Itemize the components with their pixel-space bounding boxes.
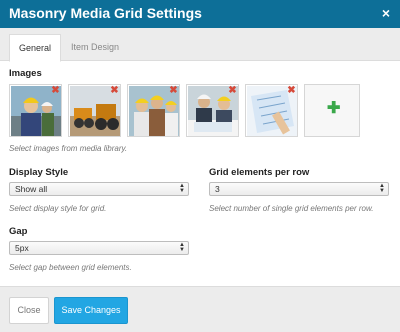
grid-elements-value: 3 bbox=[215, 184, 220, 194]
add-image-button[interactable]: ✚ bbox=[304, 84, 360, 137]
thumb-engineers-group[interactable]: ✖ bbox=[127, 84, 180, 137]
settings-dialog: Masonry Media Grid Settings × General It… bbox=[0, 0, 400, 332]
grid-elements-helper-text: Select number of single grid elements pe… bbox=[209, 204, 374, 213]
dialog-titlebar: Masonry Media Grid Settings × bbox=[0, 0, 400, 28]
dialog-footer: Close Save Changes bbox=[0, 286, 400, 332]
thumb-engineers-reviewing-plans[interactable]: ✖ bbox=[186, 84, 239, 137]
gap-label: Gap bbox=[9, 226, 28, 237]
gap-value: 5px bbox=[15, 243, 29, 253]
select-arrows-icon: ▲ ▼ bbox=[179, 183, 185, 194]
images-helper-text: Select images from media library. bbox=[9, 144, 128, 153]
remove-icon[interactable]: ✖ bbox=[228, 86, 237, 96]
tab-general[interactable]: General bbox=[9, 34, 61, 62]
images-label: Images bbox=[9, 68, 42, 79]
display-style-value: Show all bbox=[15, 184, 48, 194]
close-button[interactable]: Close bbox=[9, 297, 49, 324]
plus-icon: ✚ bbox=[327, 100, 341, 117]
close-icon[interactable]: × bbox=[382, 5, 390, 21]
thumb-blueprint-drawing[interactable]: ✖ bbox=[245, 84, 298, 137]
dialog-title: Masonry Media Grid Settings bbox=[9, 5, 202, 21]
select-arrows-icon: ▲ ▼ bbox=[179, 242, 185, 253]
display-style-label: Display Style bbox=[9, 167, 69, 178]
tab-item-design[interactable]: Item Design bbox=[63, 34, 127, 62]
select-arrows-icon: ▲ ▼ bbox=[379, 183, 385, 194]
grid-elements-select[interactable]: 3 ▲ ▼ bbox=[209, 182, 389, 196]
display-style-helper-text: Select display style for grid. bbox=[9, 204, 107, 213]
save-changes-button[interactable]: Save Changes bbox=[54, 297, 128, 324]
gap-helper-text: Select gap between grid elements. bbox=[9, 263, 132, 272]
tab-bar: General Item Design bbox=[0, 28, 400, 62]
remove-icon[interactable]: ✖ bbox=[169, 86, 178, 96]
thumb-engineer-hardhat[interactable]: ✖ bbox=[9, 84, 62, 137]
remove-icon[interactable]: ✖ bbox=[51, 86, 60, 96]
remove-icon[interactable]: ✖ bbox=[110, 86, 119, 96]
display-style-select[interactable]: Show all ▲ ▼ bbox=[9, 182, 189, 196]
gap-select[interactable]: 5px ▲ ▼ bbox=[9, 241, 189, 255]
grid-elements-label: Grid elements per row bbox=[209, 167, 310, 178]
remove-icon[interactable]: ✖ bbox=[287, 86, 296, 96]
thumb-construction-machinery[interactable]: ✖ bbox=[68, 84, 121, 137]
